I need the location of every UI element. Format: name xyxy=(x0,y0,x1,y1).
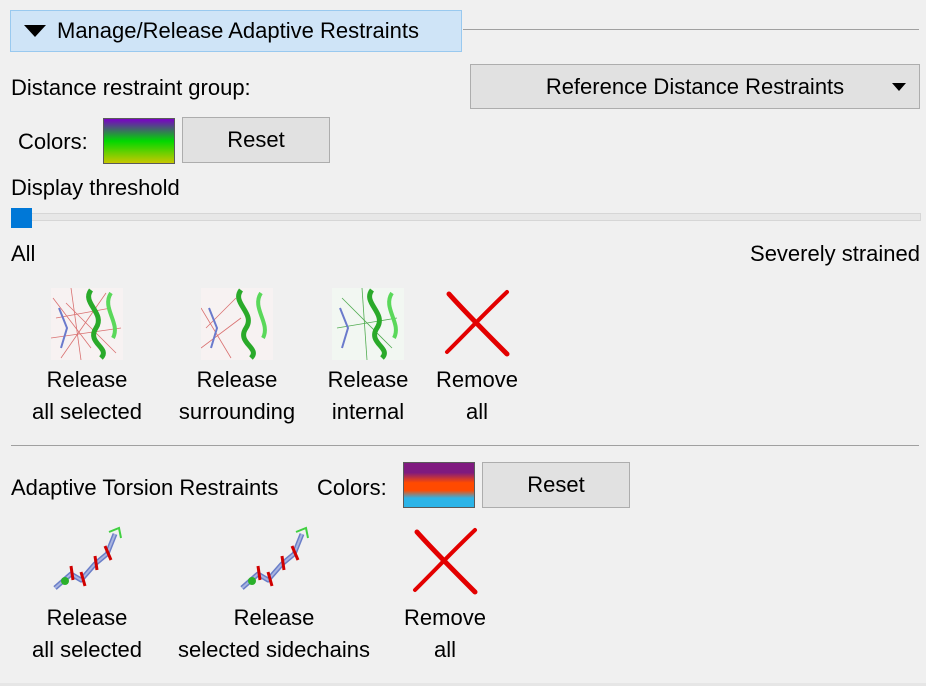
header-divider xyxy=(463,29,919,30)
threshold-max-label: Severely strained xyxy=(750,241,920,266)
release-all-selected-torsion-button[interactable]: Release all selected xyxy=(25,526,149,666)
restraint-network-icon xyxy=(200,288,273,360)
distance-reset-button[interactable]: Reset xyxy=(182,117,330,163)
remove-all-torsion-button[interactable]: Remove all xyxy=(398,526,492,666)
tool-label-line1: Release xyxy=(46,605,128,630)
restraint-network-icon xyxy=(332,287,404,361)
peptide-torsion-icon xyxy=(51,526,123,598)
section-divider xyxy=(11,445,919,446)
tool-label-line2: internal xyxy=(331,399,405,424)
tool-label-line2: selected sidechains xyxy=(177,637,370,662)
triangle-down-icon xyxy=(24,25,46,37)
torsion-title: Adaptive Torsion Restraints xyxy=(11,475,279,500)
tool-label-line2: all xyxy=(465,399,488,424)
tool-label-line2: all xyxy=(433,637,456,662)
distance-group-value: Reference Distance Restraints xyxy=(545,73,845,99)
distance-group-label: Distance restraint group: xyxy=(11,75,251,100)
release-internal-button[interactable]: Release internal xyxy=(318,287,418,428)
distance-reset-label: Reset xyxy=(227,127,285,152)
torsion-colors-label: Colors: xyxy=(317,475,387,500)
remove-all-distance-button[interactable]: Remove all xyxy=(430,288,524,428)
torsion-reset-button[interactable]: Reset xyxy=(482,462,630,508)
distance-color-gradient-button[interactable] xyxy=(103,118,175,164)
display-threshold-label: Display threshold xyxy=(11,175,180,200)
release-all-selected-distance-button[interactable]: Release all selected xyxy=(25,287,149,428)
torsion-reset-label: Reset xyxy=(527,472,585,497)
display-threshold-slider-handle[interactable] xyxy=(11,208,32,228)
release-selected-sidechains-button[interactable]: Release selected sidechains xyxy=(170,526,378,666)
red-x-icon xyxy=(441,288,513,360)
tool-label-line1: Remove xyxy=(436,367,518,392)
section-title: Manage/Release Adaptive Restraints xyxy=(57,18,419,43)
tool-label-line1: Remove xyxy=(404,605,486,630)
tool-label-line2: surrounding xyxy=(178,399,296,424)
tool-label-line1: Release xyxy=(196,367,278,392)
torsion-color-gradient-button[interactable] xyxy=(403,462,475,508)
tool-label-line2: all selected xyxy=(31,637,143,662)
tool-label-line2: all selected xyxy=(31,399,143,424)
distance-group-dropdown[interactable]: Reference Distance Restraints xyxy=(470,64,920,109)
distance-colors-label: Colors: xyxy=(18,129,88,154)
tool-label-line1: Release xyxy=(327,367,409,392)
restraint-network-icon xyxy=(50,287,123,361)
release-surrounding-button[interactable]: Release surrounding xyxy=(170,288,304,428)
threshold-min-label: All xyxy=(11,241,36,266)
section-toggle-manage-release[interactable]: Manage/Release Adaptive Restraints xyxy=(10,10,462,52)
display-threshold-slider[interactable] xyxy=(13,213,921,221)
tool-label-line1: Release xyxy=(46,367,128,392)
dropdown-arrow-icon xyxy=(892,83,906,91)
peptide-torsion-icon xyxy=(238,526,310,598)
tool-label-line1: Release xyxy=(233,605,315,630)
red-x-icon xyxy=(409,526,481,598)
